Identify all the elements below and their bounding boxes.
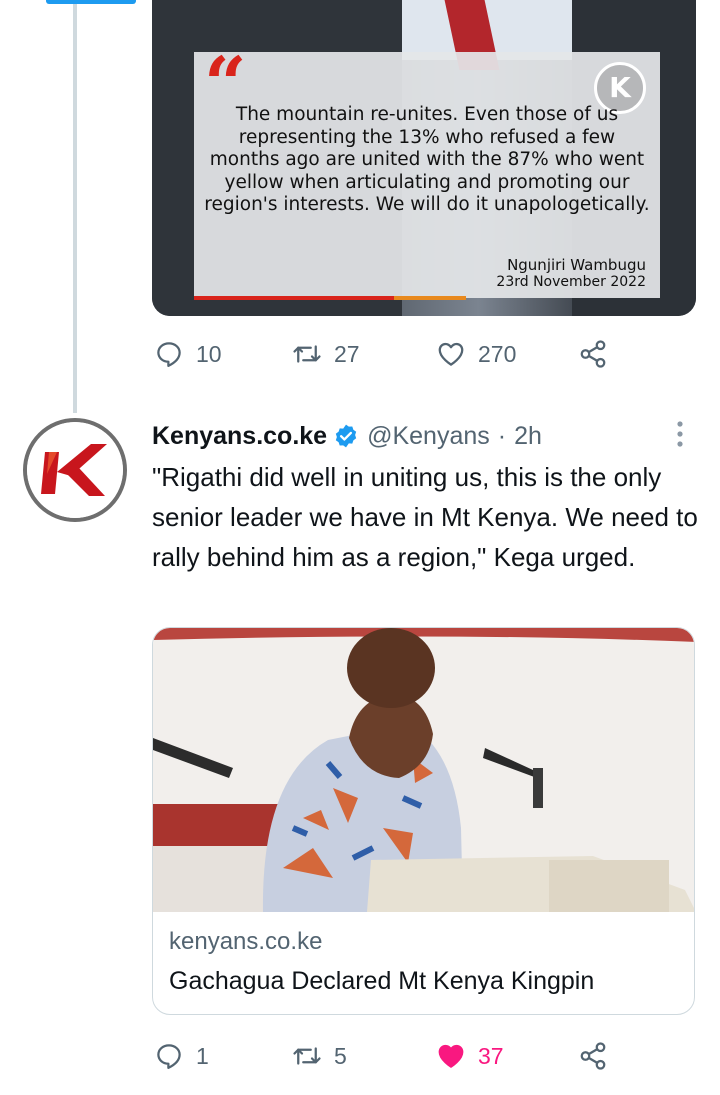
action-bar-tweet: 1 5 37 xyxy=(152,1036,632,1076)
share-button[interactable] xyxy=(578,1036,608,1076)
quote-text: The mountain re-unites. Even those of us… xyxy=(204,104,650,215)
retweet-button[interactable]: 5 xyxy=(292,1036,347,1076)
tweet-text: "Rigathi did well in uniting us, this is… xyxy=(152,462,698,572)
share-icon xyxy=(580,340,606,368)
reply-button[interactable]: 10 xyxy=(154,334,222,374)
quote-bar-orange xyxy=(394,296,466,300)
avatar[interactable] xyxy=(23,418,127,522)
kenyans-logo-icon xyxy=(27,422,123,518)
reply-count: 1 xyxy=(196,1042,209,1069)
like-button[interactable]: 270 xyxy=(436,334,516,374)
retweet-icon xyxy=(293,345,321,363)
reply-icon xyxy=(157,342,181,367)
author-name[interactable]: Kenyans.co.ke xyxy=(152,422,327,451)
reply-count: 10 xyxy=(196,340,222,367)
link-domain: kenyans.co.ke xyxy=(169,928,323,955)
verified-badge-icon xyxy=(335,424,357,448)
like-icon xyxy=(438,1044,464,1068)
tweet-header: Kenyans.co.ke @Kenyans · 2h xyxy=(152,418,542,454)
photo-illustration xyxy=(153,628,694,912)
like-count: 270 xyxy=(478,340,517,367)
link-preview-card[interactable]: kenyans.co.ke Gachagua Declared Mt Kenya… xyxy=(152,627,695,1015)
retweet-icon xyxy=(293,1047,321,1065)
quote-bar-red xyxy=(194,296,394,300)
like-count: 37 xyxy=(478,1042,504,1069)
share-button[interactable] xyxy=(578,334,608,374)
previous-button-edge xyxy=(46,0,136,4)
thread-connector-line xyxy=(73,0,77,413)
retweet-button[interactable]: 27 xyxy=(292,334,360,374)
header-separator: · xyxy=(497,421,507,450)
action-bar-quote-tweet: 10 27 270 xyxy=(152,334,632,374)
quote-author: Ngunjiri Wambugu xyxy=(507,256,646,274)
quote-date: 23rd November 2022 xyxy=(496,274,646,290)
reply-icon xyxy=(157,1044,181,1069)
link-title: Gachagua Declared Mt Kenya Kingpin xyxy=(169,967,595,995)
reply-button[interactable]: 1 xyxy=(154,1036,209,1076)
retweet-count: 5 xyxy=(334,1042,347,1069)
tweet-timestamp[interactable]: 2h xyxy=(514,422,542,451)
like-icon xyxy=(438,342,464,366)
author-handle[interactable]: @Kenyans xyxy=(367,422,490,451)
like-button[interactable]: 37 xyxy=(436,1036,504,1076)
link-preview-image xyxy=(153,628,694,912)
more-options-icon[interactable] xyxy=(668,418,692,454)
quote-image[interactable]: “ K The mountain re-unites. Even those o… xyxy=(152,0,696,316)
quote-panel: “ K The mountain re-unites. Even those o… xyxy=(194,48,660,298)
retweet-count: 27 xyxy=(334,340,360,367)
share-icon xyxy=(580,1042,606,1070)
